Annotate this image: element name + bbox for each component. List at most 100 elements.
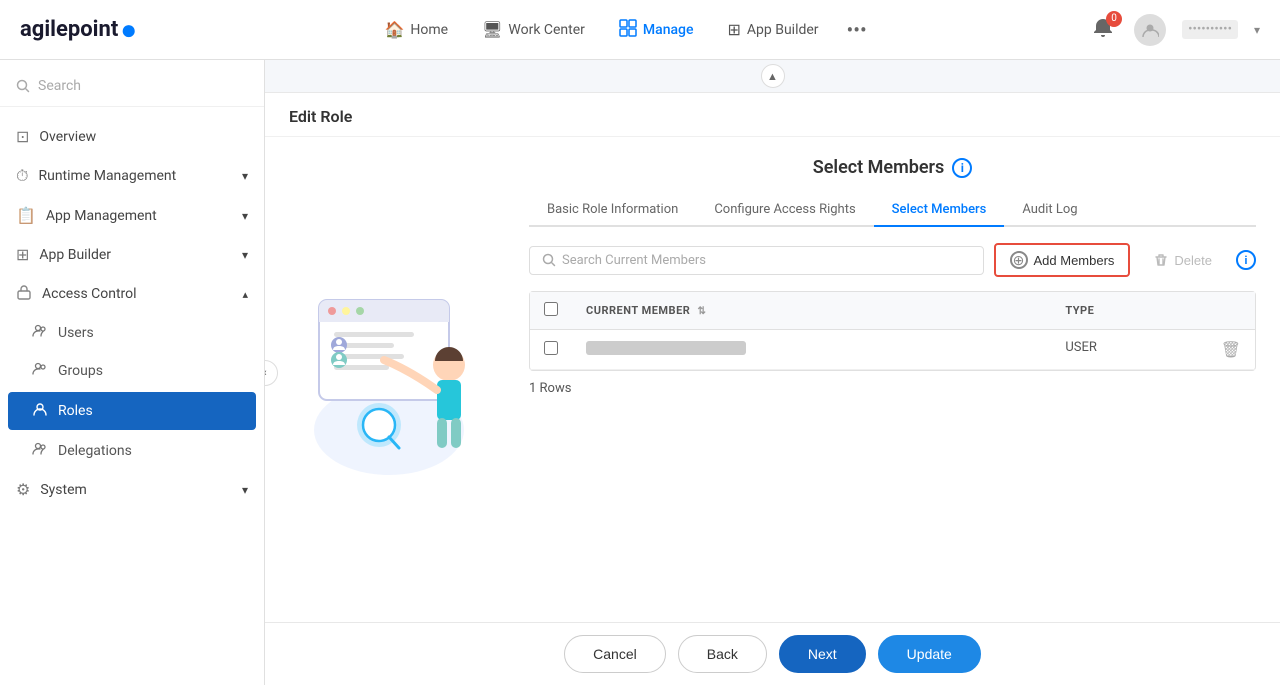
nav-home[interactable]: 🏠 Home xyxy=(370,12,462,47)
select-all-checkbox[interactable] xyxy=(544,302,558,316)
sidebar-item-app-builder[interactable]: ⊞ App Builder ▾ xyxy=(0,235,264,274)
rows-count: 1 Rows xyxy=(529,371,1256,400)
sidebar-item-app-management-label: App Management xyxy=(46,208,157,224)
nav-right: 0 •••••••••• ▾ xyxy=(1088,13,1260,47)
members-table-container: CURRENT MEMBER ⇅ TYPE xyxy=(529,291,1256,371)
tab-audit-log[interactable]: Audit Log xyxy=(1004,194,1095,227)
sidebar-item-system[interactable]: ⚙ System ▾ xyxy=(0,470,264,509)
users-icon xyxy=(32,323,48,343)
sidebar-item-delegations[interactable]: Delegations xyxy=(0,432,264,470)
illustration-svg xyxy=(299,270,499,490)
search-members-input[interactable]: Search Current Members xyxy=(529,246,984,275)
member-name-blurred xyxy=(586,341,746,355)
sidebar-item-runtime-label: Runtime Management xyxy=(38,168,176,184)
trash-icon xyxy=(1154,253,1168,267)
panel-header: Select Members i xyxy=(529,157,1256,178)
user-avatar[interactable] xyxy=(1134,14,1166,46)
nav-work-center[interactable]: 🖥 Work Center xyxy=(468,12,599,47)
nav-more-button[interactable]: ••• xyxy=(839,14,875,46)
system-icon: ⚙ xyxy=(16,480,30,499)
search-icon xyxy=(542,253,556,267)
main-layout: Search ⊡ Overview ⏱ Runtime Management ▾… xyxy=(0,60,1280,685)
nav-links: 🏠 Home 🖥 Work Center Manage ⊞ App Builde… xyxy=(187,11,1058,49)
access-control-icon xyxy=(16,284,32,304)
member-name-cell xyxy=(572,330,1051,370)
delete-label: Delete xyxy=(1174,253,1212,268)
access-control-collapse-icon: ▴ xyxy=(242,288,248,301)
manage-icon xyxy=(619,19,637,41)
illustration-panel xyxy=(289,157,509,602)
sidebar-item-overview-label: Overview xyxy=(39,129,96,145)
runtime-arrow-icon: ▾ xyxy=(242,169,248,183)
system-arrow-icon: ▾ xyxy=(242,483,248,497)
table-row: USER 🗑 xyxy=(530,330,1255,370)
tab-select-members[interactable]: Select Members xyxy=(874,194,1005,227)
app-management-icon: 📋 xyxy=(16,206,36,225)
add-members-label: Add Members xyxy=(1034,253,1115,268)
content-area: ‹ ▲ Edit Role xyxy=(265,60,1280,685)
user-name: •••••••••• xyxy=(1182,20,1238,39)
row-checkbox-cell xyxy=(530,330,572,370)
panel-info-icon[interactable]: i xyxy=(952,158,972,178)
row-delete-button[interactable]: 🗑 xyxy=(1221,340,1241,359)
table-toolbar: Search Current Members ⊕ Add Members Del… xyxy=(529,243,1256,277)
nav-manage[interactable]: Manage xyxy=(605,11,708,49)
member-type: USER xyxy=(1065,340,1097,355)
sidebar-item-app-management[interactable]: 📋 App Management ▾ xyxy=(0,196,264,235)
sidebar-item-groups[interactable]: Groups xyxy=(0,352,264,390)
sidebar-groups-label: Groups xyxy=(58,363,103,379)
row-checkbox[interactable] xyxy=(544,341,558,355)
sidebar-app-builder-icon: ⊞ xyxy=(16,245,29,264)
tab-configure-access[interactable]: Configure Access Rights xyxy=(696,194,873,227)
sidebar-delegations-label: Delegations xyxy=(58,443,132,459)
update-button[interactable]: Update xyxy=(878,635,981,673)
table-header-current-member: CURRENT MEMBER ⇅ xyxy=(572,292,1051,330)
app-management-arrow-icon: ▾ xyxy=(242,209,248,223)
cancel-button[interactable]: Cancel xyxy=(564,635,666,673)
table-header-type: TYPE xyxy=(1051,292,1255,330)
delete-button[interactable]: Delete xyxy=(1140,247,1226,274)
sidebar-item-overview[interactable]: ⊡ Overview xyxy=(0,117,264,156)
top-chevron-bar: ▲ xyxy=(265,60,1280,93)
monitor-icon: 🖥 xyxy=(482,20,502,39)
main-panel: Select Members i Basic Role Information … xyxy=(265,137,1280,622)
back-button[interactable]: Back xyxy=(678,635,767,673)
search-members-placeholder: Search Current Members xyxy=(562,253,706,268)
sidebar-item-roles[interactable]: Roles xyxy=(8,392,256,430)
logo-text: agilepoint xyxy=(20,17,118,42)
app-logo[interactable]: agilepoint● xyxy=(20,13,137,46)
sidebar-item-runtime-management[interactable]: ⏱ Runtime Management ▾ xyxy=(0,156,264,196)
chevron-up-button[interactable]: ▲ xyxy=(761,64,785,88)
roles-icon xyxy=(32,401,48,421)
sidebar-item-app-builder-label: App Builder xyxy=(39,247,111,263)
top-navigation: agilepoint● 🏠 Home 🖥 Work Center Manage … xyxy=(0,0,1280,60)
nav-app-builder[interactable]: ⊞ App Builder xyxy=(714,12,833,47)
next-button[interactable]: Next xyxy=(779,635,866,673)
sidebar-section: ⊡ Overview ⏱ Runtime Management ▾ 📋 App … xyxy=(0,113,264,513)
runtime-icon: ⏱ xyxy=(16,166,28,186)
page-title: Edit Role xyxy=(289,107,352,126)
toolbar-info-icon[interactable]: i xyxy=(1236,250,1256,270)
delegations-icon xyxy=(32,441,48,461)
table-header-checkbox-col xyxy=(530,292,572,330)
tabs-bar: Basic Role Information Configure Access … xyxy=(529,194,1256,227)
sidebar-users-label: Users xyxy=(58,325,94,341)
app-builder-arrow-icon: ▾ xyxy=(242,248,248,262)
add-circle-icon: ⊕ xyxy=(1010,251,1028,269)
sidebar-item-users[interactable]: Users xyxy=(0,314,264,352)
sidebar-item-system-label: System xyxy=(40,482,86,498)
user-dropdown-icon[interactable]: ▾ xyxy=(1254,23,1260,37)
sidebar-roles-label: Roles xyxy=(58,403,93,419)
sort-icon[interactable]: ⇅ xyxy=(698,306,707,317)
form-panel: Select Members i Basic Role Information … xyxy=(529,157,1256,602)
notification-button[interactable]: 0 xyxy=(1088,13,1118,47)
groups-icon xyxy=(32,361,48,381)
home-icon: 🏠 xyxy=(384,20,404,39)
tab-basic-role-info[interactable]: Basic Role Information xyxy=(529,194,696,227)
members-table: CURRENT MEMBER ⇅ TYPE xyxy=(530,292,1255,370)
app-builder-icon: ⊞ xyxy=(728,20,741,39)
nav-app-builder-label: App Builder xyxy=(747,22,819,38)
sidebar-item-access-control[interactable]: Access Control ▴ xyxy=(0,274,264,314)
add-members-button[interactable]: ⊕ Add Members xyxy=(994,243,1131,277)
sidebar-search[interactable]: Search xyxy=(0,70,264,107)
